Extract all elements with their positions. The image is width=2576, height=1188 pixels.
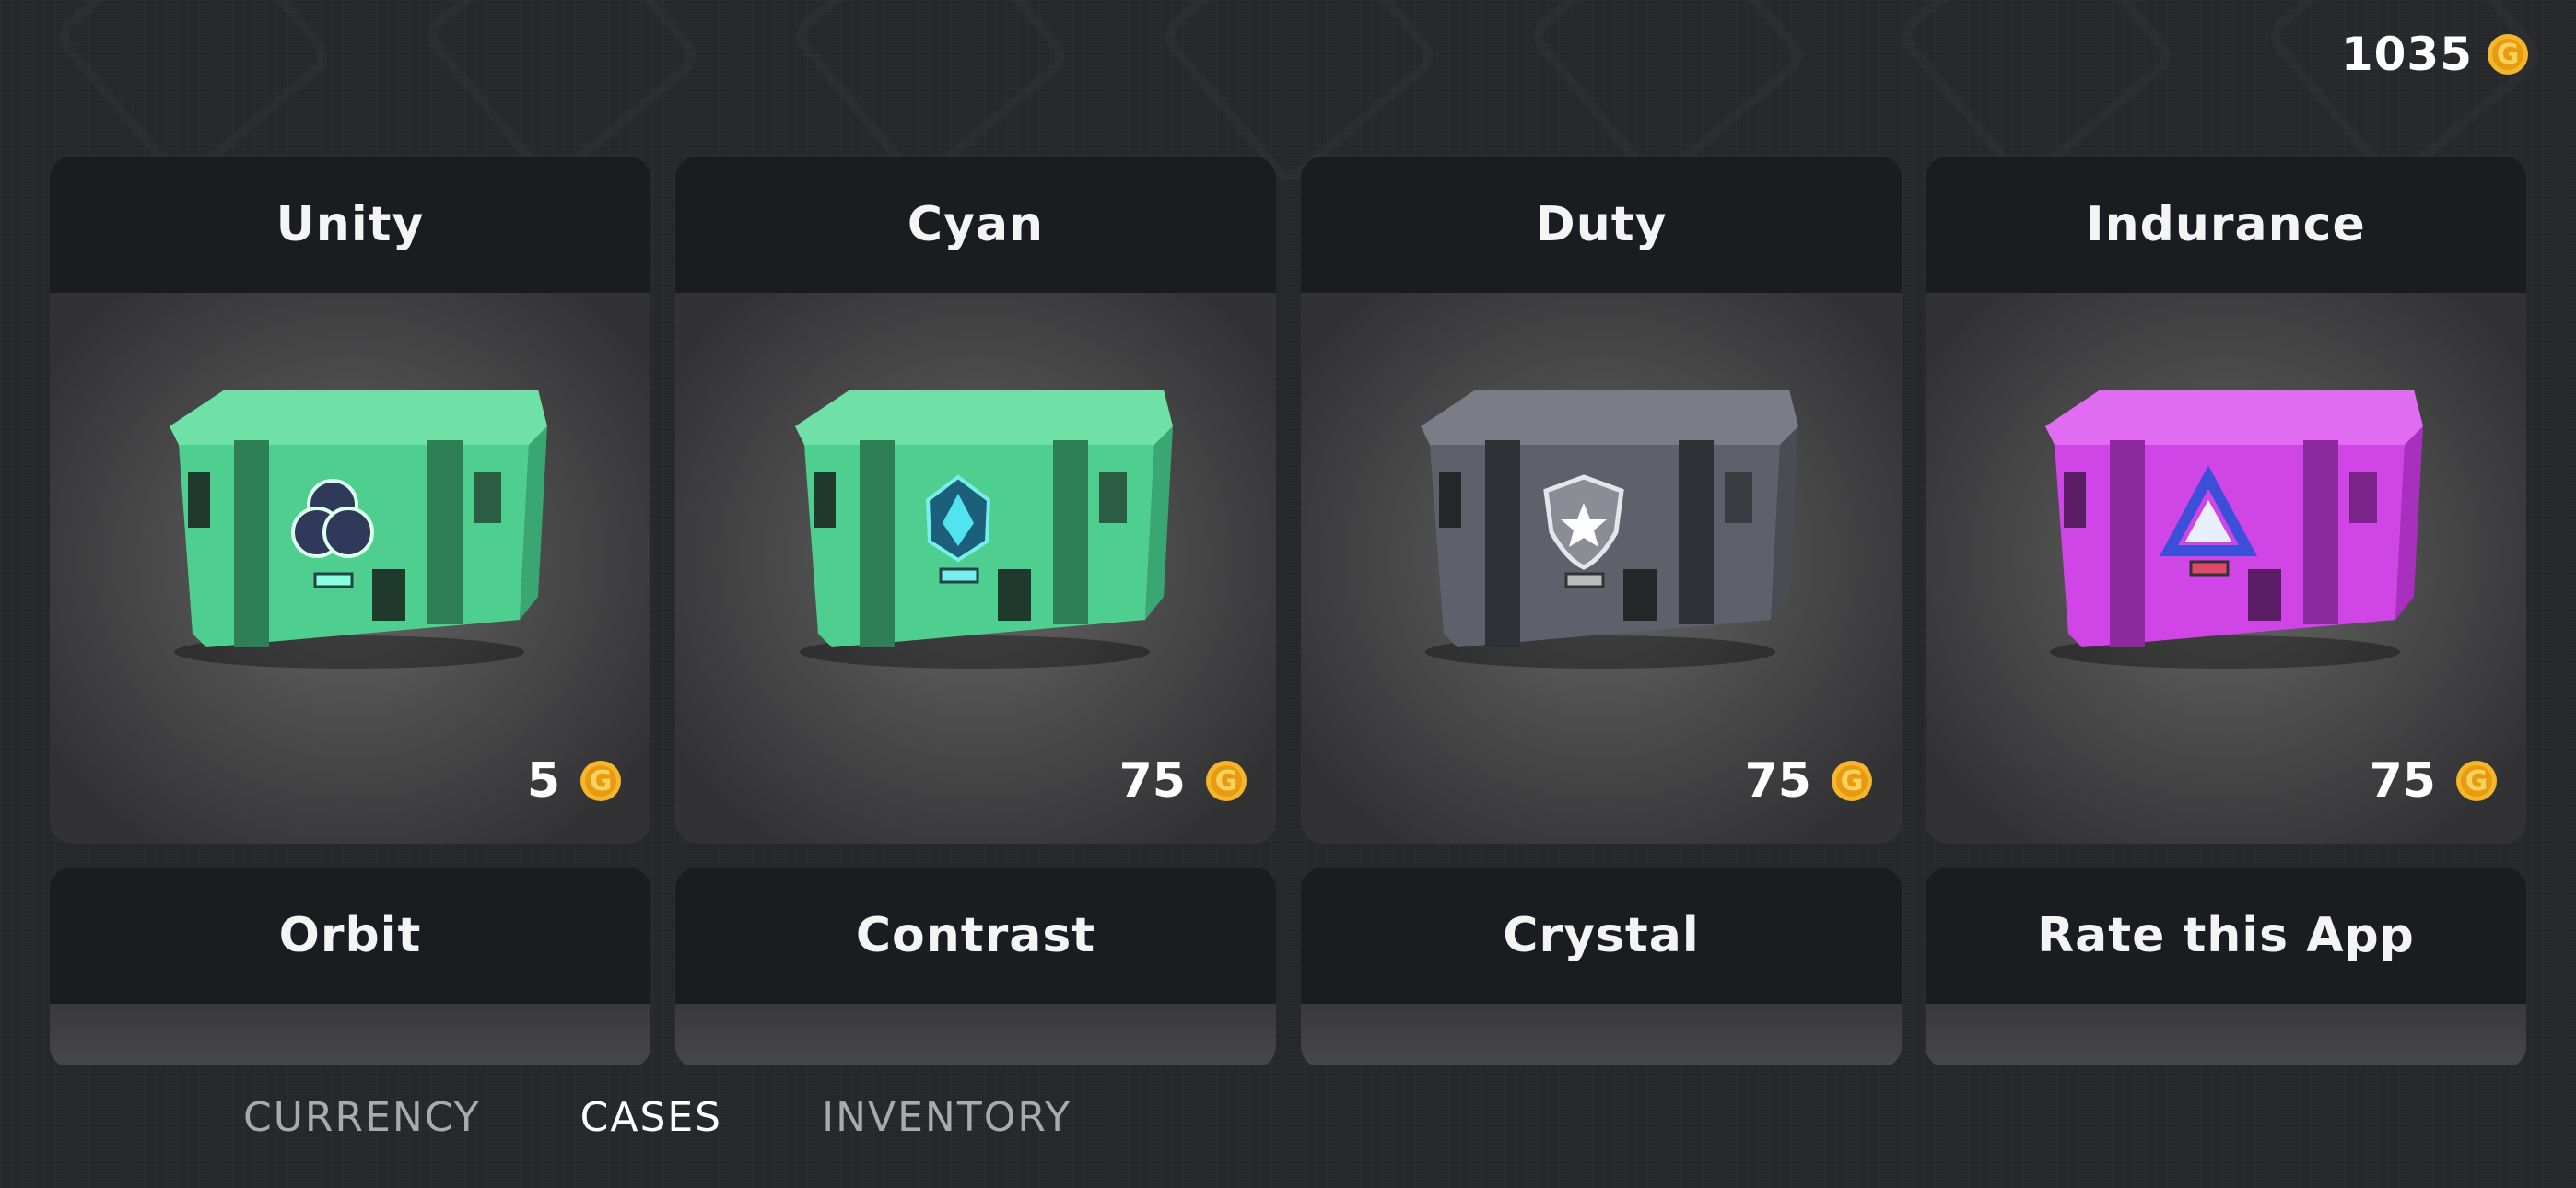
case-preview — [675, 1004, 1276, 1065]
coin-icon — [2456, 761, 2497, 801]
case-card-indurance[interactable]: Indurance 75 — [1926, 157, 2526, 844]
tab-currency[interactable]: CURRENCY — [243, 1094, 481, 1141]
tab-cases[interactable]: CASES — [580, 1094, 722, 1141]
case-title: Contrast — [675, 868, 1276, 1004]
green-case-icon — [170, 390, 547, 669]
case-price-amount: 75 — [1118, 753, 1186, 809]
case-price-amount: 5 — [526, 753, 560, 809]
case-price-amount: 75 — [2369, 753, 2436, 809]
tab-inventory[interactable]: INVENTORY — [822, 1094, 1071, 1141]
rate-app-card[interactable]: Rate this App — [1926, 868, 2526, 1065]
case-price: 75 — [1119, 753, 1247, 809]
case-preview: 5 — [50, 293, 650, 844]
rate-app-preview — [1926, 1004, 2526, 1065]
gray-case-icon — [1421, 390, 1798, 669]
magenta-case-icon — [2045, 390, 2423, 669]
case-price: 5 — [527, 753, 621, 809]
case-preview: 75 — [675, 293, 1276, 844]
green-case-icon — [795, 390, 1173, 669]
case-card-unity[interactable]: Unity 5 — [50, 157, 650, 844]
case-title: Unity — [50, 157, 650, 293]
case-title: Cyan — [675, 157, 1276, 293]
case-preview — [50, 1004, 650, 1065]
coin-balance-amount: 1035 — [2340, 28, 2473, 81]
case-preview: 75 — [1926, 293, 2526, 844]
rate-app-title: Rate this App — [1926, 868, 2526, 1004]
coin-icon — [1832, 761, 1872, 801]
bottom-tab-bar: CURRENCY CASES INVENTORY — [243, 1094, 1071, 1141]
case-title: Orbit — [50, 868, 650, 1004]
coin-icon — [1206, 761, 1247, 801]
case-card-crystal[interactable]: Crystal — [1301, 868, 1902, 1065]
coin-icon — [580, 761, 621, 801]
case-title: Duty — [1301, 157, 1902, 293]
case-card-orbit[interactable]: Orbit — [50, 868, 650, 1065]
case-preview — [1301, 1004, 1902, 1065]
case-title: Indurance — [1926, 157, 2526, 293]
coin-icon — [2488, 34, 2528, 75]
case-price-amount: 75 — [1744, 753, 1811, 809]
cases-grid: Unity 5 Cyan — [50, 157, 2526, 1065]
case-title: Crystal — [1301, 868, 1902, 1004]
case-price: 75 — [1745, 753, 1872, 809]
coin-balance: 1035 — [2341, 28, 2528, 81]
case-price: 75 — [2370, 753, 2497, 809]
case-card-cyan[interactable]: Cyan 75 — [675, 157, 1276, 844]
case-card-contrast[interactable]: Contrast — [675, 868, 1276, 1065]
case-card-duty[interactable]: Duty 75 — [1301, 157, 1902, 844]
case-preview: 75 — [1301, 293, 1902, 844]
